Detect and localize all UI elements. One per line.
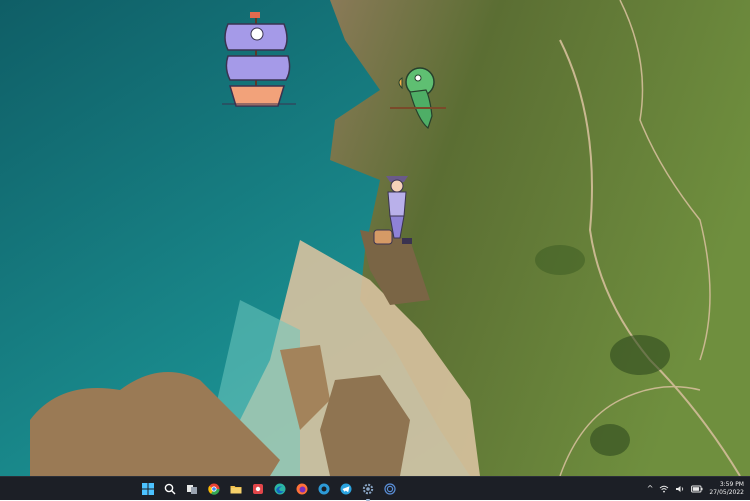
volume-icon[interactable]: [675, 485, 685, 493]
app-button[interactable]: [250, 481, 266, 497]
task-view-button[interactable]: [184, 481, 200, 497]
telegram-button[interactable]: [338, 481, 354, 497]
app-circle-button[interactable]: [382, 481, 398, 497]
task-view-icon: [187, 485, 197, 494]
app-icon: [253, 484, 263, 494]
edge-button[interactable]: [272, 481, 288, 497]
search-button[interactable]: [162, 481, 178, 497]
windows-icon: [142, 483, 154, 495]
gear-icon: [362, 483, 374, 495]
edge-dev-button[interactable]: [316, 481, 332, 497]
circle-app-icon: [384, 483, 396, 495]
settings-button[interactable]: [360, 481, 376, 501]
search-icon: [164, 483, 176, 495]
chrome-icon: [208, 483, 220, 495]
clock-time: 3:59 PM: [719, 481, 744, 488]
chevron-up-icon[interactable]: ^: [647, 485, 654, 493]
chrome-button[interactable]: [206, 481, 222, 497]
telegram-icon: [340, 483, 352, 495]
firefox-button[interactable]: [294, 481, 310, 497]
edge-icon: [274, 483, 286, 495]
start-button[interactable]: [140, 481, 156, 497]
battery-icon[interactable]: [691, 485, 703, 493]
clock[interactable]: 3:59 PM 27/05/2022: [709, 481, 744, 497]
desktop-wallpaper: [0, 0, 750, 476]
pirate-girl-icon: [373, 176, 412, 245]
system-tray: ^ 3:59 PM 27/05/2022: [647, 477, 744, 501]
pirate-ship-icon: [222, 12, 296, 107]
parrot-icon: [390, 67, 446, 130]
taskbar: ^ 3:59 PM 27/05/2022: [0, 476, 750, 501]
wifi-icon[interactable]: [659, 485, 669, 493]
folder-icon: [230, 486, 242, 494]
firefox-icon: [296, 483, 308, 495]
edge-dev-icon: [318, 483, 330, 495]
taskbar-pinned-apps: [140, 477, 398, 501]
clock-date: 27/05/2022: [709, 489, 744, 496]
file-explorer-button[interactable]: [228, 481, 244, 497]
